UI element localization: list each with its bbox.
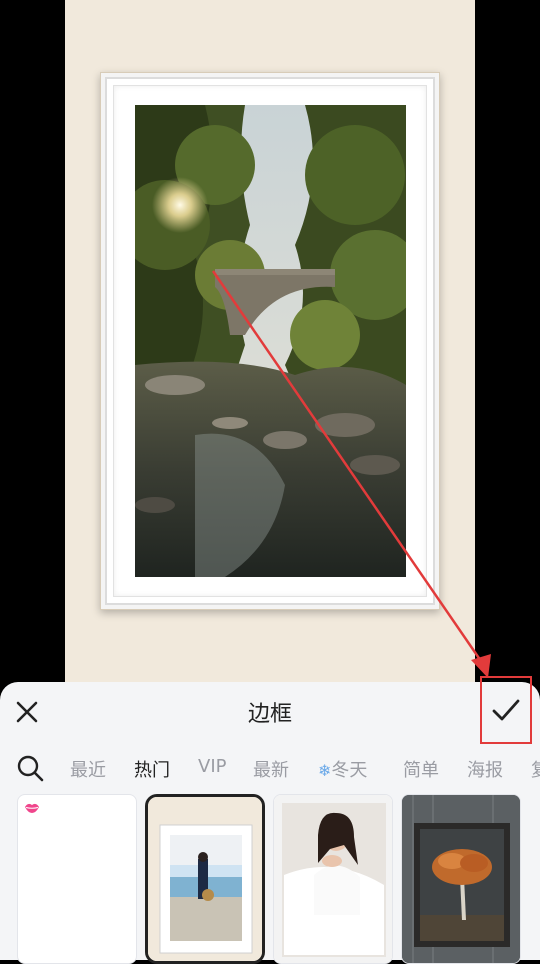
tab-winter-label: 冬天: [331, 760, 368, 781]
sheet-title: 边框: [247, 702, 292, 727]
check-icon: [492, 699, 520, 721]
category-tabs: 最近 热门 VIP 最新 ❄冬天 简单 海报 复: [0, 752, 540, 784]
thumbnail-white-frame[interactable]: [145, 794, 265, 964]
frame-thumbnails: [0, 792, 540, 964]
tab-winter[interactable]: ❄冬天: [318, 756, 367, 782]
frame-picker-sheet: 边框 最近 热门 VIP 最新 ❄冬天 简单 海报 复: [0, 676, 540, 964]
tab-poster[interactable]: 海报: [467, 756, 503, 782]
tab-simple[interactable]: 简单: [403, 756, 439, 782]
sheet-header: 边框: [0, 676, 540, 744]
tab-vip[interactable]: VIP: [198, 756, 226, 777]
thumbnail-ocean-poster[interactable]: [17, 794, 137, 964]
tab-popular[interactable]: 热门: [134, 756, 170, 782]
thumbnail-dark-frame-tree[interactable]: [401, 794, 521, 964]
lips-icon: [25, 803, 39, 813]
snowflake-icon: ❄: [318, 761, 332, 780]
tab-more[interactable]: 复: [531, 756, 540, 782]
framed-photo[interactable]: [135, 105, 406, 577]
tab-newest[interactable]: 最新: [253, 756, 289, 782]
confirm-button[interactable]: [480, 676, 532, 744]
tab-recent[interactable]: 最近: [70, 756, 106, 782]
thumbnail-portrait-woman[interactable]: [273, 794, 393, 964]
search-icon[interactable]: [16, 754, 44, 782]
